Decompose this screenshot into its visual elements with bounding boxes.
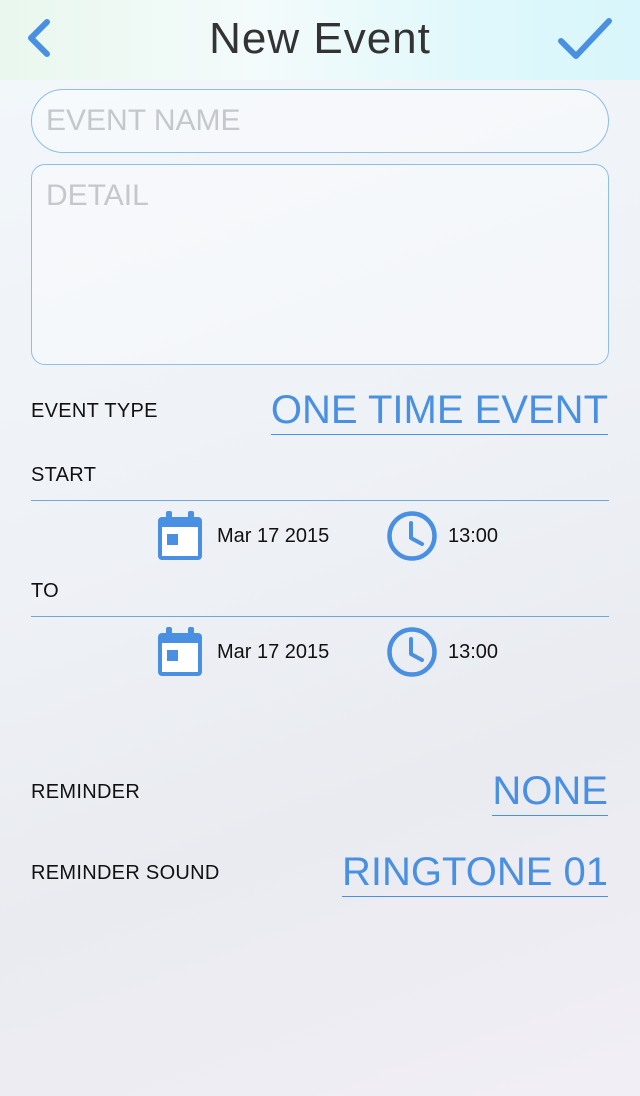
header-bar: New Event bbox=[0, 0, 640, 80]
to-datetime-row: Mar 17 2015 13:00 bbox=[0, 625, 640, 679]
event-type-label: EVENT TYPE bbox=[31, 400, 158, 422]
start-time-value: 13:00 bbox=[448, 524, 499, 547]
to-label: TO bbox=[31, 580, 60, 602]
to-date-value: Mar 17 2015 bbox=[217, 640, 330, 663]
start-divider bbox=[31, 500, 609, 501]
page-title: New Event bbox=[209, 14, 431, 63]
reminder-sound-label: REMINDER SOUND bbox=[31, 862, 220, 884]
event-name-input[interactable] bbox=[31, 89, 609, 153]
reminder-label: REMINDER bbox=[31, 781, 141, 803]
to-time-value: 13:00 bbox=[448, 640, 499, 663]
event-type-selector[interactable]: ONE TIME EVENT bbox=[270, 388, 608, 435]
reminder-sound-selector[interactable]: RINGTONE 01 bbox=[342, 850, 608, 897]
calendar-icon bbox=[158, 511, 202, 560]
start-date-value: Mar 17 2015 bbox=[217, 524, 330, 547]
detail-textarea[interactable] bbox=[31, 164, 609, 365]
to-date-picker[interactable]: Mar 17 2015 bbox=[157, 625, 329, 679]
to-time-picker[interactable]: 13:00 bbox=[386, 625, 498, 679]
start-date-picker[interactable]: Mar 17 2015 bbox=[157, 509, 329, 563]
start-datetime-row: Mar 17 2015 13:00 bbox=[0, 509, 640, 563]
start-time-picker[interactable]: 13:00 bbox=[386, 509, 498, 563]
checkmark-icon bbox=[558, 18, 612, 59]
reminder-selector[interactable]: NONE bbox=[492, 769, 608, 816]
to-divider bbox=[31, 616, 609, 617]
calendar-icon bbox=[158, 627, 202, 676]
clock-icon bbox=[387, 511, 437, 561]
clock-icon bbox=[387, 627, 437, 677]
done-button[interactable] bbox=[552, 12, 618, 66]
start-label: START bbox=[31, 464, 97, 486]
